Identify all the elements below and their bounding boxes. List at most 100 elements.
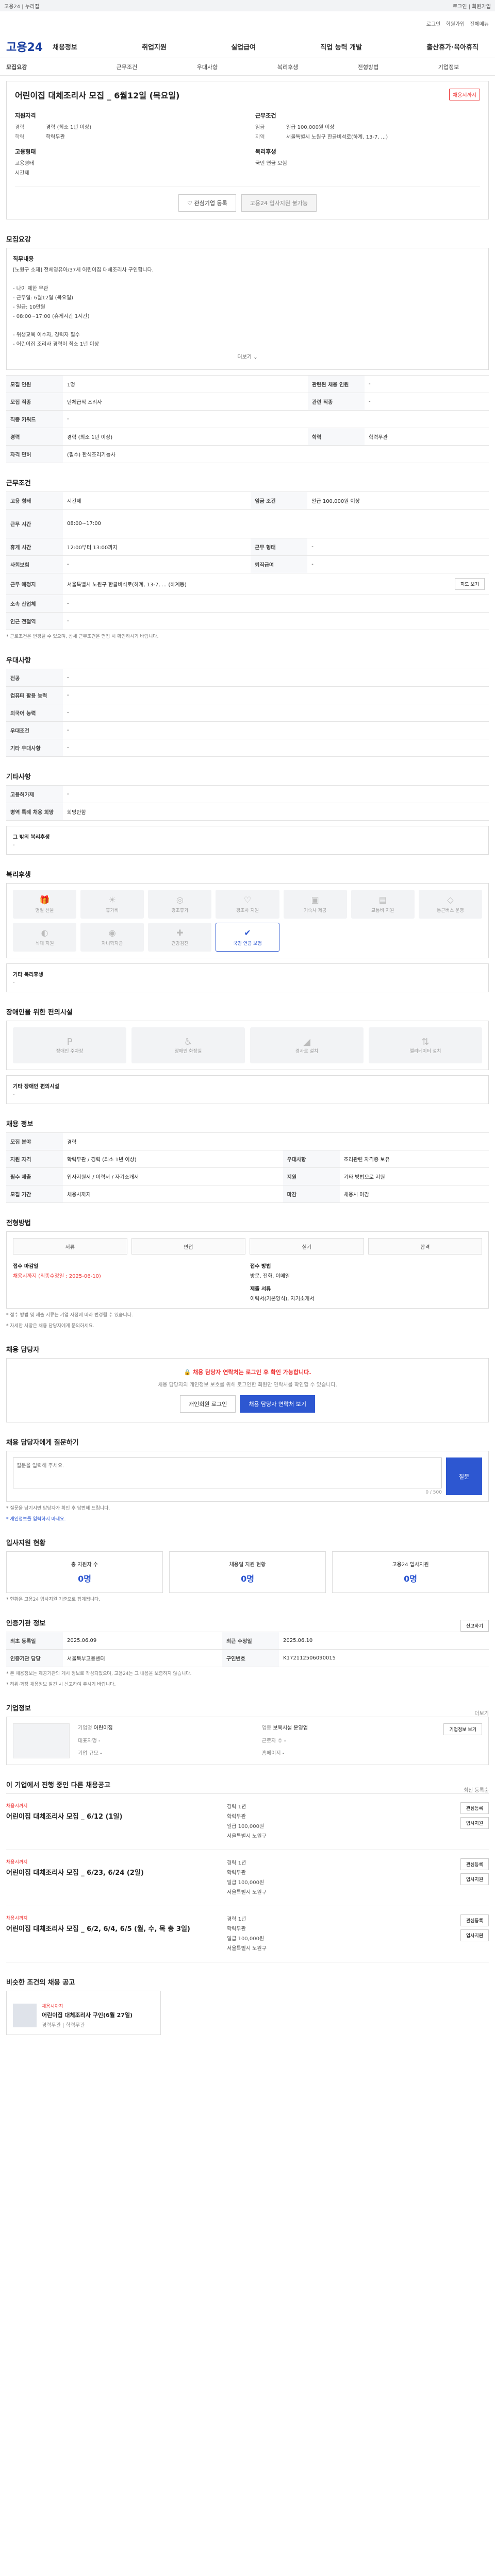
prefer-etc-key: 기타 우대사항 bbox=[6, 739, 63, 757]
ri-field-key: 모집 분야 bbox=[6, 1132, 63, 1151]
disability-extra-box: 기타 장애인 편의시설 - bbox=[6, 1075, 489, 1105]
company-info-button[interactable]: 기업정보 보기 bbox=[443, 1723, 482, 1736]
description-more-label: 더보기 bbox=[237, 354, 252, 360]
work-retire-key: 퇴직급여 bbox=[251, 555, 308, 573]
stat-value: 0명 bbox=[404, 1573, 417, 1584]
company-info: 기업명 어린이집 업종 보육시설 운영업 대표자명 - 근로자 수 - 기업 규… bbox=[78, 1723, 435, 1758]
gnb-item-benefit[interactable]: 실업급여 bbox=[231, 42, 256, 52]
other-title[interactable]: 어린이집 대체조리사 모집 _ 6/12 (1일) bbox=[6, 1811, 192, 1821]
meta-number-value: K172112506090015 bbox=[279, 1649, 489, 1668]
top-utility-right[interactable]: 로그인 | 회원가입 bbox=[453, 2, 491, 10]
process-step: 면접 bbox=[131, 1238, 245, 1255]
other-apply-button[interactable]: 입사지원 bbox=[460, 1929, 489, 1942]
gnb-item-support[interactable]: 취업지원 bbox=[142, 42, 167, 52]
gnb-item-training[interactable]: 직업 능력 개발 bbox=[320, 42, 362, 52]
brand-logo[interactable]: 고용24 bbox=[6, 38, 53, 55]
other-apply-button[interactable]: 입사지원 bbox=[460, 1817, 489, 1829]
stat-label: 채용일 지원 현황 bbox=[229, 1562, 266, 1568]
tab-work[interactable]: 근무조건 bbox=[87, 63, 167, 71]
stats-section-title: 입사지원 현황 bbox=[6, 1539, 46, 1547]
welfare-item: ◇ 통근버스 운영 bbox=[418, 890, 482, 919]
ri-docs-value: 입사지원서 / 이력서 / 자기소개서 bbox=[63, 1167, 283, 1186]
stats-note: * 현황은 고용24 입사지원 기준으로 집계됩니다. bbox=[6, 1597, 101, 1602]
question-submit-button[interactable]: 질문 bbox=[446, 1458, 482, 1496]
welfare-label: 경조사 지원 bbox=[236, 908, 259, 914]
report-button[interactable]: 신고하기 bbox=[460, 1620, 489, 1632]
others-list: 채용시까지 어린이집 대체조리사 모집 _ 6/12 (1일) 경력 1년 학력무관… bbox=[6, 1793, 489, 1963]
welfare-label: 국민 연금 보험 bbox=[233, 941, 262, 947]
list-item: 채용시까지 어린이집 대체조리사 모집 _ 6/23, 6/24 (2일) 경력 … bbox=[6, 1850, 489, 1906]
stat-card: 고용24 입사지원 0명 bbox=[332, 1551, 489, 1593]
disability-box: P 장애인 주차장 ♿ 장애인 화장실 ◢ 경사로 설치 ⇅ 엘리베이터 설치 bbox=[6, 1021, 489, 1071]
work-table: 고용 형태 시간제 임금 조건 일급 100,000원 이상 근무 시간 08:00~1… bbox=[6, 492, 489, 630]
table-row: 외국어 능력 - bbox=[6, 704, 489, 722]
util-join[interactable]: 회원가입 bbox=[446, 20, 465, 27]
prefer-language-value: - bbox=[63, 704, 489, 722]
table-row: 지원 자격 학력무관 / 경력 (최소 1년 이상) 우대사항 조리관련 자격증 보유 bbox=[6, 1150, 489, 1168]
process-note: * 자세한 사항은 채용 담당자에게 문의하세요. bbox=[6, 1323, 94, 1329]
welfare-label: 기숙사 제공 bbox=[304, 908, 327, 914]
welfare-item: ☀ 휴가비 bbox=[80, 890, 144, 919]
etc-military-key: 병역 특례 채용 희망 bbox=[6, 803, 63, 821]
welfare-item-active: ✔ 국민 연금 보험 bbox=[216, 923, 279, 952]
prefer-major-value: - bbox=[63, 669, 489, 687]
other-interest-button[interactable]: 관심등록 bbox=[460, 1914, 489, 1927]
view-contact-button[interactable]: 채용 담당자 연락처 보기 bbox=[240, 1395, 316, 1413]
header: 로그인 회원가입 전체메뉴 고용24 채용정보 취업지원 실업급여 직업 능력 … bbox=[0, 11, 495, 58]
tab-recruit[interactable]: 모집요강 bbox=[6, 63, 87, 71]
process-step: 서류 bbox=[13, 1238, 127, 1255]
other-meta: 서울특별시 노원구 bbox=[227, 1946, 267, 1952]
gnb-item-leave[interactable]: 출산휴가·육아휴직 bbox=[426, 42, 478, 52]
other-title[interactable]: 어린이집 대체조리사 모집 _ 6/23, 6/24 (2일) bbox=[6, 1867, 192, 1877]
recruit-headcount-key: 모집 인원 bbox=[6, 375, 63, 393]
process-step: 합격 bbox=[368, 1238, 482, 1255]
summary-welfare-value: 국민 연금 보험 bbox=[255, 161, 287, 166]
util-allmenu[interactable]: 전체메뉴 bbox=[470, 20, 489, 27]
gnb-item-jobs[interactable]: 채용정보 bbox=[53, 42, 77, 52]
work-place-value: 서울특별시 노원구 한글비석로(하계, 13-7, ... (하계동) bbox=[67, 582, 187, 588]
others-sort[interactable]: 최신 등록순 bbox=[464, 1786, 489, 1793]
map-button[interactable]: 지도 보기 bbox=[455, 578, 485, 590]
tab-company[interactable]: 기업정보 bbox=[408, 63, 489, 71]
prefer-computer-key: 컴퓨터 활용 능력 bbox=[6, 686, 63, 705]
other-apply-button[interactable]: 입사지원 bbox=[460, 1873, 489, 1886]
meta-agency-value: 서울북부고용센터 bbox=[63, 1649, 223, 1668]
tab-prefer[interactable]: 우대사항 bbox=[167, 63, 248, 71]
company-more-link[interactable]: 더보기 bbox=[474, 1709, 489, 1717]
interest-company-button[interactable]: ♡ 관심기업 등록 bbox=[178, 194, 236, 212]
process-docs-key: 제출 서류 bbox=[250, 1286, 271, 1293]
work-wage-key: 임금 조건 bbox=[251, 492, 308, 510]
other-interest-button[interactable]: 관심등록 bbox=[460, 1858, 489, 1871]
other-interest-button[interactable]: 관심등록 bbox=[460, 1802, 489, 1815]
welfare-item: ▤ 교통비 지원 bbox=[351, 890, 415, 919]
tab-process[interactable]: 전형방법 bbox=[328, 63, 408, 71]
question-input[interactable] bbox=[13, 1458, 442, 1489]
util-login[interactable]: 로그인 bbox=[426, 20, 441, 27]
other-meta: 경력 1년 bbox=[227, 1917, 246, 1923]
work-hours-value: 08:00~17:00 bbox=[63, 509, 489, 538]
main-content: 어린이집 대체조리사 모집 _ 6월12일 (목요일) 채용시까지 지원자격 경… bbox=[6, 81, 489, 2056]
welfare-label: 경조휴가 bbox=[171, 908, 189, 914]
apply-button[interactable]: 고용24 입사지원 불가능 bbox=[241, 194, 317, 212]
other-title[interactable]: 어린이집 대체조리사 모집 _ 6/2, 6/4, 6/5 (월, 수, 목 총… bbox=[6, 1923, 192, 1933]
ri-period-value: 채용시까지 bbox=[63, 1185, 283, 1204]
tab-welfare[interactable]: 복리후생 bbox=[248, 63, 328, 71]
similar-thumbnail bbox=[13, 2004, 37, 2028]
recruit-info-section-title: 채용 정보 bbox=[6, 1121, 34, 1129]
recruit-related-job-value: - bbox=[365, 393, 489, 411]
table-row: 근무 예정지 서울특별시 노원구 한글비석로(하계, 13-7, ... (하계동… bbox=[6, 573, 489, 595]
recruit-edu-value: 학력무관 bbox=[365, 428, 489, 446]
welfare-item: 🎁 명절 선물 bbox=[13, 890, 77, 919]
work-type-value: 시간제 bbox=[63, 492, 251, 510]
similar-card[interactable]: 채용시까지 어린이집 대체조리사 구인(6월 27일) 경력무관 | 학력무관 bbox=[6, 1991, 161, 2036]
recruit-license-key: 자격 면허 bbox=[6, 445, 63, 463]
step-label: 합격 bbox=[420, 1244, 430, 1250]
company-logo bbox=[13, 1723, 70, 1759]
description-more-button[interactable]: 더보기 ⌄ bbox=[13, 349, 482, 363]
list-item: 채용시까지 어린이집 대체조리사 모집 _ 6/2, 6/4, 6/5 (월, 수… bbox=[6, 1906, 489, 1963]
recruit-headcount-value: 1명 bbox=[63, 375, 308, 393]
welfare-box: 🎁 명절 선물 ☀ 휴가비 ◎ 경조휴가 ♡ 경조사 지원 ▣ 기숙사 제공 ▤ 교통비 지… bbox=[6, 883, 489, 959]
recruit-info-table: 모집 분야 경력 지원 자격 학력무관 / 경력 (최소 1년 이상) 우대사항 조리관… bbox=[6, 1132, 489, 1204]
welfare-label: 식대 지원 bbox=[35, 941, 54, 947]
login-button[interactable]: 개인회원 로그인 bbox=[179, 1395, 236, 1413]
